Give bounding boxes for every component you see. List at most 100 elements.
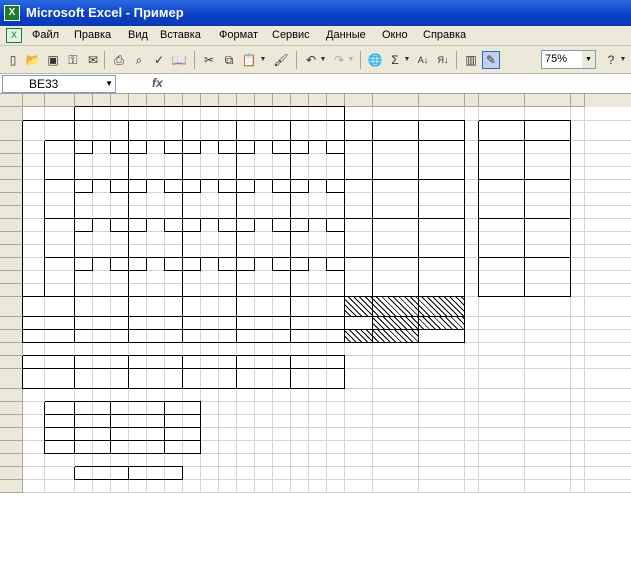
- row-header[interactable]: [0, 297, 23, 317]
- cell-border: [200, 219, 201, 232]
- row-header[interactable]: [0, 343, 23, 356]
- zoom-select[interactable]: 75% ▼: [541, 50, 596, 69]
- redo-dropdown-icon[interactable]: ▼: [346, 51, 356, 69]
- insert-function-icon[interactable]: fx: [152, 76, 163, 90]
- menu-insert[interactable]: Вставка: [160, 29, 201, 41]
- sort-ascending-icon[interactable]: A↓: [414, 51, 432, 69]
- autosum-dropdown-icon[interactable]: ▼: [402, 51, 412, 69]
- row-header[interactable]: [0, 441, 23, 454]
- row-header[interactable]: [0, 193, 23, 206]
- chart-wizard-icon[interactable]: ▥: [462, 51, 480, 69]
- column-header[interactable]: [419, 94, 465, 107]
- drawing-icon[interactable]: ✎: [482, 51, 500, 69]
- menu-data[interactable]: Данные: [326, 29, 366, 41]
- column-header[interactable]: [23, 94, 45, 107]
- hyperlink-icon[interactable]: 🌐: [366, 51, 384, 69]
- row-header[interactable]: [0, 369, 23, 389]
- cell-border: [75, 231, 93, 232]
- cell-border: [182, 467, 183, 480]
- column-header[interactable]: [345, 94, 373, 107]
- research-icon[interactable]: 📖: [170, 51, 188, 69]
- column-header[interactable]: [479, 94, 525, 107]
- column-header[interactable]: [571, 94, 585, 107]
- row-header[interactable]: [0, 480, 23, 493]
- column-header[interactable]: [465, 94, 479, 107]
- cut-icon[interactable]: ✂: [200, 51, 218, 69]
- menu-help[interactable]: Справка: [423, 29, 466, 41]
- row-header[interactable]: [0, 271, 23, 284]
- print-preview-icon[interactable]: ⌕: [130, 51, 148, 69]
- row-header[interactable]: [0, 330, 23, 343]
- sort-descending-icon[interactable]: Я↓: [434, 51, 452, 69]
- row-header[interactable]: [0, 121, 23, 141]
- row-header[interactable]: [0, 284, 23, 297]
- cell-border: [237, 231, 255, 232]
- print-icon[interactable]: ⎙: [110, 51, 128, 69]
- save-icon[interactable]: ▣: [44, 51, 62, 69]
- cell-border: [219, 270, 237, 271]
- paste-dropdown-icon[interactable]: ▼: [258, 51, 268, 69]
- title-bar: X Microsoft Excel - Пример: [0, 0, 631, 26]
- duration: [93, 271, 111, 284]
- menu-edit[interactable]: Правка: [74, 29, 111, 41]
- toolbar-options-icon[interactable]: ▼: [618, 51, 628, 69]
- cell-border: [129, 270, 147, 271]
- select-all-corner[interactable]: [0, 94, 23, 107]
- row-header[interactable]: [0, 245, 23, 258]
- cell-border: [345, 218, 465, 219]
- row-header[interactable]: [0, 219, 23, 232]
- row-header[interactable]: [0, 356, 23, 369]
- cell-border: [44, 141, 45, 297]
- open-folder-icon[interactable]: 📂: [24, 51, 42, 69]
- name-box-value: BE33: [29, 77, 59, 91]
- spelling-icon[interactable]: ✓: [150, 51, 168, 69]
- cell-border: [165, 270, 183, 271]
- row-header[interactable]: [0, 402, 23, 415]
- workbook-icon[interactable]: X: [6, 28, 22, 43]
- row-header[interactable]: [0, 258, 23, 271]
- column-header[interactable]: [373, 94, 419, 107]
- row-header[interactable]: [0, 232, 23, 245]
- menu-tools[interactable]: Сервис: [272, 29, 310, 41]
- column-header[interactable]: [525, 94, 571, 107]
- chevron-down-icon[interactable]: ▼: [105, 76, 113, 92]
- name-box[interactable]: BE33 ▼: [2, 75, 116, 93]
- chevron-down-icon[interactable]: ▼: [582, 51, 595, 68]
- paste-icon[interactable]: 📋: [240, 51, 258, 69]
- gridline: [584, 107, 585, 493]
- copy-icon[interactable]: ⧉: [220, 51, 238, 69]
- cell-border: [479, 179, 571, 180]
- cell-border: [236, 356, 237, 389]
- cell-border: [183, 192, 201, 193]
- row-header[interactable]: [0, 317, 23, 330]
- cell-border: [218, 258, 219, 271]
- menu-view[interactable]: Вид: [128, 29, 148, 41]
- menu-window[interactable]: Окно: [382, 29, 408, 41]
- permission-icon[interactable]: ⚿: [64, 51, 82, 69]
- row-header[interactable]: [0, 154, 23, 167]
- column-header[interactable]: [45, 94, 75, 107]
- row-header[interactable]: [0, 467, 23, 480]
- row-header[interactable]: [0, 454, 23, 467]
- worksheet-grid[interactable]: [0, 94, 631, 586]
- row-header[interactable]: [0, 141, 23, 154]
- row-header[interactable]: [0, 389, 23, 402]
- zoom-value: 75%: [545, 53, 568, 65]
- cell-border: [111, 231, 129, 232]
- cell-border: [272, 141, 273, 154]
- row-header[interactable]: [0, 167, 23, 180]
- row-header[interactable]: [0, 428, 23, 441]
- email-icon[interactable]: ✉: [84, 51, 102, 69]
- cell-border: [218, 141, 219, 154]
- cell-border: [326, 141, 327, 154]
- cell-border: [22, 121, 23, 343]
- row-header[interactable]: [0, 206, 23, 219]
- row-header[interactable]: [0, 180, 23, 193]
- menu-format[interactable]: Формат: [219, 29, 258, 41]
- undo-dropdown-icon[interactable]: ▼: [318, 51, 328, 69]
- new-file-icon[interactable]: ▯: [4, 51, 22, 69]
- row-header[interactable]: [0, 107, 23, 121]
- row-header[interactable]: [0, 415, 23, 428]
- format-painter-icon[interactable]: 🖌: [272, 51, 290, 69]
- menu-file[interactable]: Файл: [32, 29, 59, 41]
